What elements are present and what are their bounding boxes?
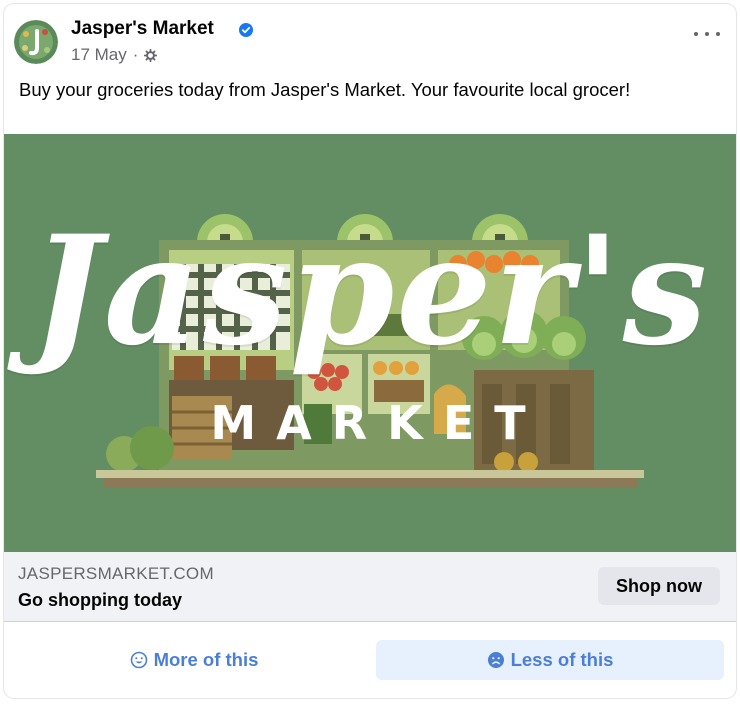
page-name[interactable]: Jasper's Market <box>71 18 214 40</box>
less-of-this-button[interactable]: Less of this <box>376 640 724 680</box>
feedback-buttons: More of this Less of this <box>4 622 736 698</box>
post-meta: 17 May · <box>71 45 158 65</box>
page-avatar[interactable] <box>14 20 58 64</box>
post-date[interactable]: 17 May <box>71 45 127 65</box>
link-headline: Go shopping today <box>18 590 182 610</box>
link-domain: JASPERSMARKET.COM <box>18 564 214 583</box>
ad-post-card: Jasper's Market 17 May · Buy your grocer… <box>4 4 736 698</box>
more-of-this-label: More of this <box>153 649 259 670</box>
gear-icon <box>144 48 158 62</box>
brand-logo-script: Jasper's <box>30 203 710 379</box>
more-of-this-button[interactable]: More of this <box>16 640 372 680</box>
less-of-this-label: Less of this <box>510 649 614 670</box>
link-preview[interactable]: JASPERSMARKET.COM Go shopping today Shop… <box>4 552 736 622</box>
more-options-icon[interactable] <box>694 24 720 44</box>
shop-now-button[interactable]: Shop now <box>598 567 720 605</box>
meta-separator: · <box>132 45 139 64</box>
brand-logo-subtitle: MARKET <box>210 396 546 450</box>
ad-creative-image[interactable]: Jasper's MARKET <box>4 134 736 552</box>
post-text: Buy your groceries today from Jasper's M… <box>19 79 631 100</box>
verified-badge-icon <box>239 23 253 37</box>
smile-icon <box>130 651 147 669</box>
frown-icon <box>487 652 504 668</box>
